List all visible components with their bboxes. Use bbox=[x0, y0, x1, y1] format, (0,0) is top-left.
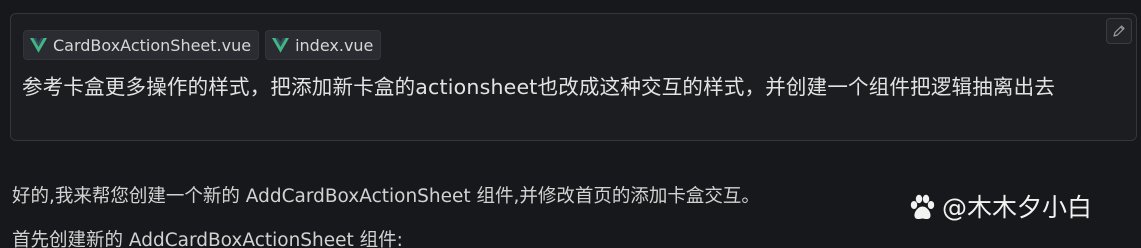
assistant-reply-line: 好的,我来帮您创建一个新的 AddCardBoxActionSheet 组件,并… bbox=[12, 186, 760, 207]
pencil-icon bbox=[1113, 25, 1125, 37]
vue-icon bbox=[272, 37, 290, 53]
assistant-reply-line: 首先创建新的 AddCardBoxActionSheet 组件: bbox=[12, 230, 403, 248]
attachment-name: index.vue bbox=[295, 35, 374, 55]
vue-icon bbox=[30, 37, 47, 53]
attachment-name: CardBoxActionSheet.vue bbox=[53, 35, 252, 55]
edit-message-button[interactable] bbox=[1106, 18, 1132, 44]
baidu-paw-icon bbox=[910, 194, 935, 219]
attachment-chip-cardboxactionsheet[interactable]: CardBoxActionSheet.vue bbox=[23, 30, 260, 60]
user-message-text: 参考卡盒更多操作的样式，把添加新卡盒的actionsheet也改成这种交互的样式… bbox=[22, 75, 1056, 99]
watermark: @木木夕小白 bbox=[906, 188, 1092, 228]
attachment-list: CardBoxActionSheet.vue index.vue bbox=[23, 30, 382, 60]
user-message-card: CardBoxActionSheet.vue index.vue 参考卡盒更多操… bbox=[10, 13, 1137, 141]
attachment-chip-index[interactable]: index.vue bbox=[265, 30, 382, 60]
watermark-text: @木木夕小白 bbox=[942, 193, 1093, 222]
chat-page: CardBoxActionSheet.vue index.vue 参考卡盒更多操… bbox=[0, 0, 1141, 248]
